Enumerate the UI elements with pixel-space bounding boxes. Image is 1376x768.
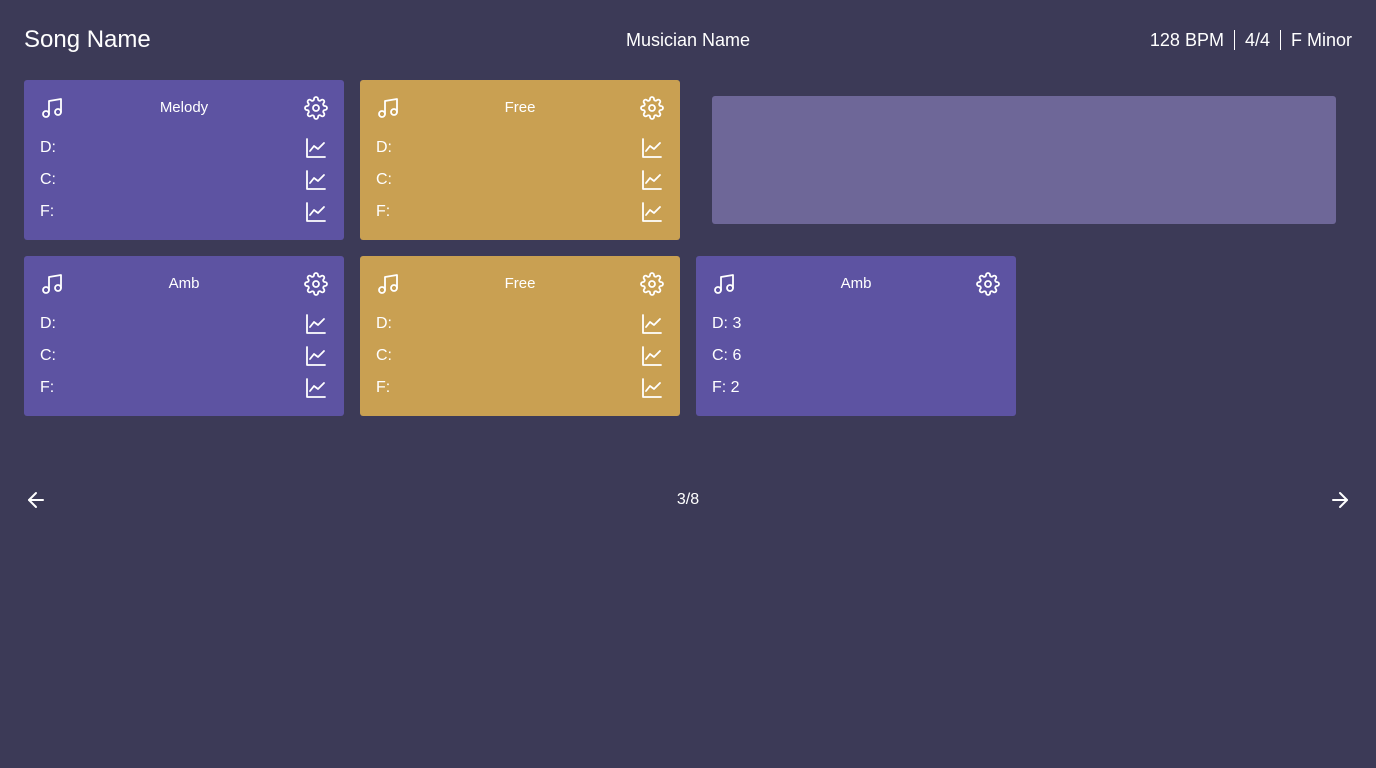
card-title: Free — [504, 99, 536, 116]
param-label: D: — [376, 139, 392, 156]
param-row: C: — [376, 168, 664, 192]
line-chart-icon[interactable] — [304, 344, 328, 368]
param-label: F: — [40, 379, 55, 396]
gear-icon[interactable] — [640, 272, 664, 296]
param-row: D: 3 — [712, 312, 1000, 336]
card-title: Melody — [159, 99, 209, 116]
param-label: F: — [376, 379, 391, 396]
param-row: F: — [376, 200, 664, 224]
param-label: C: — [376, 347, 392, 364]
track-card-free[interactable]: Free D: C: F: — [360, 256, 680, 416]
track-card-melody[interactable]: Melody D: C: F: — [24, 80, 344, 240]
line-chart-icon[interactable] — [304, 168, 328, 192]
param-row: D: — [40, 312, 328, 336]
song-meta: 128 BPM 4/4 F Minor — [1150, 28, 1352, 52]
param-label: C: — [40, 171, 56, 188]
arrow-right-icon[interactable] — [1328, 488, 1352, 512]
line-chart-icon[interactable] — [640, 200, 664, 224]
gear-icon[interactable] — [976, 272, 1000, 296]
param-label: C: — [376, 171, 392, 188]
line-chart-icon[interactable] — [304, 136, 328, 160]
track-card-amb[interactable]: Amb D: 3 C: 6 F: 2 — [696, 256, 1016, 416]
param-row: F: — [376, 376, 664, 400]
card-title: Amb — [840, 275, 872, 292]
bpm-value: 128 BPM — [1149, 30, 1224, 50]
param-label: F: — [40, 203, 55, 220]
param-row: F: — [40, 376, 328, 400]
gear-icon[interactable] — [640, 96, 664, 120]
param-label: D: — [40, 139, 56, 156]
line-chart-icon[interactable] — [640, 312, 664, 336]
time-signature: 4/4 — [1244, 30, 1270, 50]
meta-divider — [1233, 30, 1235, 50]
param-label: D: 3 — [712, 315, 742, 332]
line-chart-icon[interactable] — [304, 312, 328, 336]
empty-track-slot[interactable] — [712, 96, 1336, 224]
param-label: F: 2 — [712, 379, 740, 396]
param-row: C: — [40, 344, 328, 368]
track-card-free[interactable]: Free D: C: F: — [360, 80, 680, 240]
param-label: D: — [40, 315, 56, 332]
param-row: C: 6 — [712, 344, 1000, 368]
line-chart-icon[interactable] — [640, 136, 664, 160]
song-key: F Minor — [1290, 30, 1352, 50]
track-card-amb[interactable]: Amb D: C: F: — [24, 256, 344, 416]
param-row: C: — [40, 168, 328, 192]
line-chart-icon[interactable] — [304, 376, 328, 400]
param-label: C: — [40, 347, 56, 364]
page-indicator: 3/8 — [676, 491, 700, 508]
gear-icon[interactable] — [304, 272, 328, 296]
card-title: Amb — [168, 275, 200, 292]
param-row: C: — [376, 344, 664, 368]
param-label: C: 6 — [712, 347, 742, 364]
line-chart-icon[interactable] — [640, 344, 664, 368]
card-title: Free — [504, 275, 536, 292]
param-row: D: — [376, 312, 664, 336]
param-row: D: — [376, 136, 664, 160]
param-row: F: 2 — [712, 376, 1000, 400]
meta-divider — [1279, 30, 1281, 50]
line-chart-icon[interactable] — [640, 168, 664, 192]
line-chart-icon[interactable] — [304, 200, 328, 224]
line-chart-icon[interactable] — [640, 376, 664, 400]
song-header: Song Name Musician Name 128 BPM 4/4 F Mi… — [0, 0, 1376, 80]
param-label: D: — [376, 315, 392, 332]
param-label: F: — [376, 203, 391, 220]
param-row: F: — [40, 200, 328, 224]
param-row: D: — [40, 136, 328, 160]
gear-icon[interactable] — [304, 96, 328, 120]
